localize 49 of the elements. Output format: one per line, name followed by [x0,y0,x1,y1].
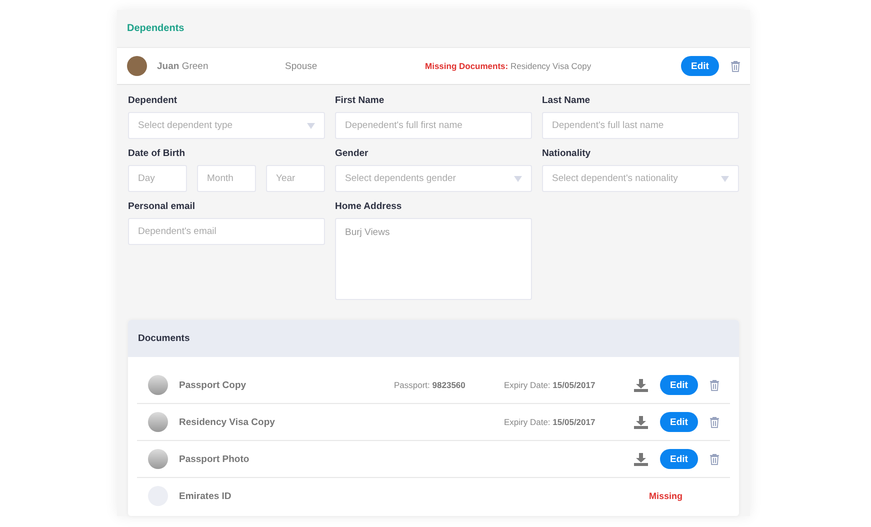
edit-button[interactable]: Edit [660,412,698,432]
field-label: Nationality [542,148,592,159]
edit-button[interactable]: Edit [681,56,719,76]
download-icon[interactable] [634,416,648,428]
address-textarea[interactable]: Burj Views [335,218,532,300]
field-label: Date of Birth [128,148,186,159]
field-label: Gender [335,148,370,159]
edit-button[interactable]: Edit [660,375,698,395]
relation-text: Spouse [285,60,318,72]
trash-icon[interactable] [731,60,740,72]
field-label: Personal email [128,201,196,212]
date-input[interactable]: Month [197,165,256,192]
select-field[interactable]: Select dependent type [128,112,325,139]
expiry-date: Expiry Date: 15/05/2017 [504,380,596,390]
text-input[interactable]: Depenedent's full first name [335,112,532,139]
document-name: Residency Visa Copy [179,416,276,428]
missing-status: Missing [649,491,684,501]
download-icon[interactable] [634,378,648,392]
field-label: Dependent [128,95,178,106]
text-input[interactable]: Dependent's full last name [542,112,739,139]
trash-icon[interactable] [710,454,719,464]
select-field[interactable]: Select dependents gender [335,165,532,192]
date-input[interactable]: Year [266,165,325,192]
expiry-date: Expiry Date: 15/05/2017 [504,417,596,427]
document-name: Passport Photo [179,454,250,464]
date-input[interactable]: Day [128,165,187,192]
document-thumbnail [148,375,168,395]
field-label: First Name [335,95,386,106]
dependent-name: Juan Green [157,60,210,72]
text-input[interactable]: Dependent's email [128,218,325,245]
trash-icon[interactable] [710,416,719,428]
section-title: Dependents [126,22,186,36]
document-name: Passport Copy [179,380,248,390]
missing-documents-text: Missing Documents: Residency Visa Copy [425,61,592,71]
document-name: Emirates ID [179,490,232,502]
documents-header: Documents [128,320,739,357]
trash-icon[interactable] [710,380,719,390]
field-label: Home Address [335,201,403,212]
download-icon[interactable] [634,452,648,466]
dropdown-caret-icon [307,122,315,128]
select-field[interactable]: Select dependent's nationality [542,165,739,192]
dropdown-caret-icon [514,176,522,182]
dropdown-caret-icon [721,176,729,182]
passport-number: Passport: 9823560 [394,380,466,390]
document-thumbnail [148,449,168,469]
edit-button[interactable]: Edit [660,449,698,469]
avatar [127,56,147,76]
document-thumbnail [148,412,168,432]
field-label: Last Name [542,95,592,106]
